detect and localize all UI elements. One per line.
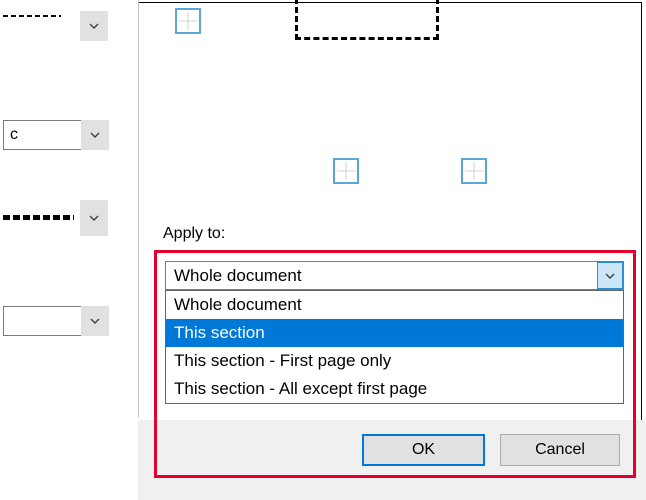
ok-button[interactable]: OK <box>362 434 485 466</box>
chevron-down-icon <box>605 271 615 281</box>
color-value: c <box>10 126 18 144</box>
style-combo-1[interactable] <box>80 11 108 41</box>
width-combo[interactable] <box>80 200 108 236</box>
chevron-down-icon <box>80 11 108 41</box>
chevron-down-icon <box>81 306 109 336</box>
ok-button-label: OK <box>412 441 435 459</box>
art-combo[interactable] <box>3 306 109 336</box>
page-border-preview <box>295 0 439 40</box>
style-swatch-dashed-thin <box>3 15 61 17</box>
color-combo[interactable]: c <box>3 120 109 150</box>
apply-to-option[interactable]: This section - First page only <box>166 347 623 375</box>
apply-to-selected-text: Whole document <box>166 266 597 286</box>
chevron-down-icon <box>81 120 109 150</box>
margin-toggle-bottom-left-icon[interactable] <box>333 158 359 184</box>
panel-divider <box>138 0 139 417</box>
cancel-button[interactable]: Cancel <box>500 434 620 466</box>
margin-toggle-bottom-right-icon[interactable] <box>461 158 487 184</box>
apply-to-combo[interactable]: Whole document <box>165 261 624 290</box>
color-combo-field: c <box>3 120 81 150</box>
chevron-down-icon <box>80 200 108 236</box>
apply-to-option[interactable]: Whole document <box>166 291 623 319</box>
apply-to-dropdown[interactable]: Whole document This section This section… <box>165 290 624 404</box>
cancel-button-label: Cancel <box>535 441 585 459</box>
apply-to-option[interactable]: This section - All except first page <box>166 375 623 403</box>
apply-to-option[interactable]: This section <box>166 319 623 347</box>
left-panel-fragment <box>0 0 138 500</box>
width-swatch-thick <box>3 215 74 220</box>
apply-to-label: Apply to: <box>163 225 225 243</box>
apply-to-chevron[interactable] <box>597 262 623 289</box>
art-combo-field <box>3 306 81 336</box>
margin-toggle-left-icon[interactable] <box>175 8 201 34</box>
